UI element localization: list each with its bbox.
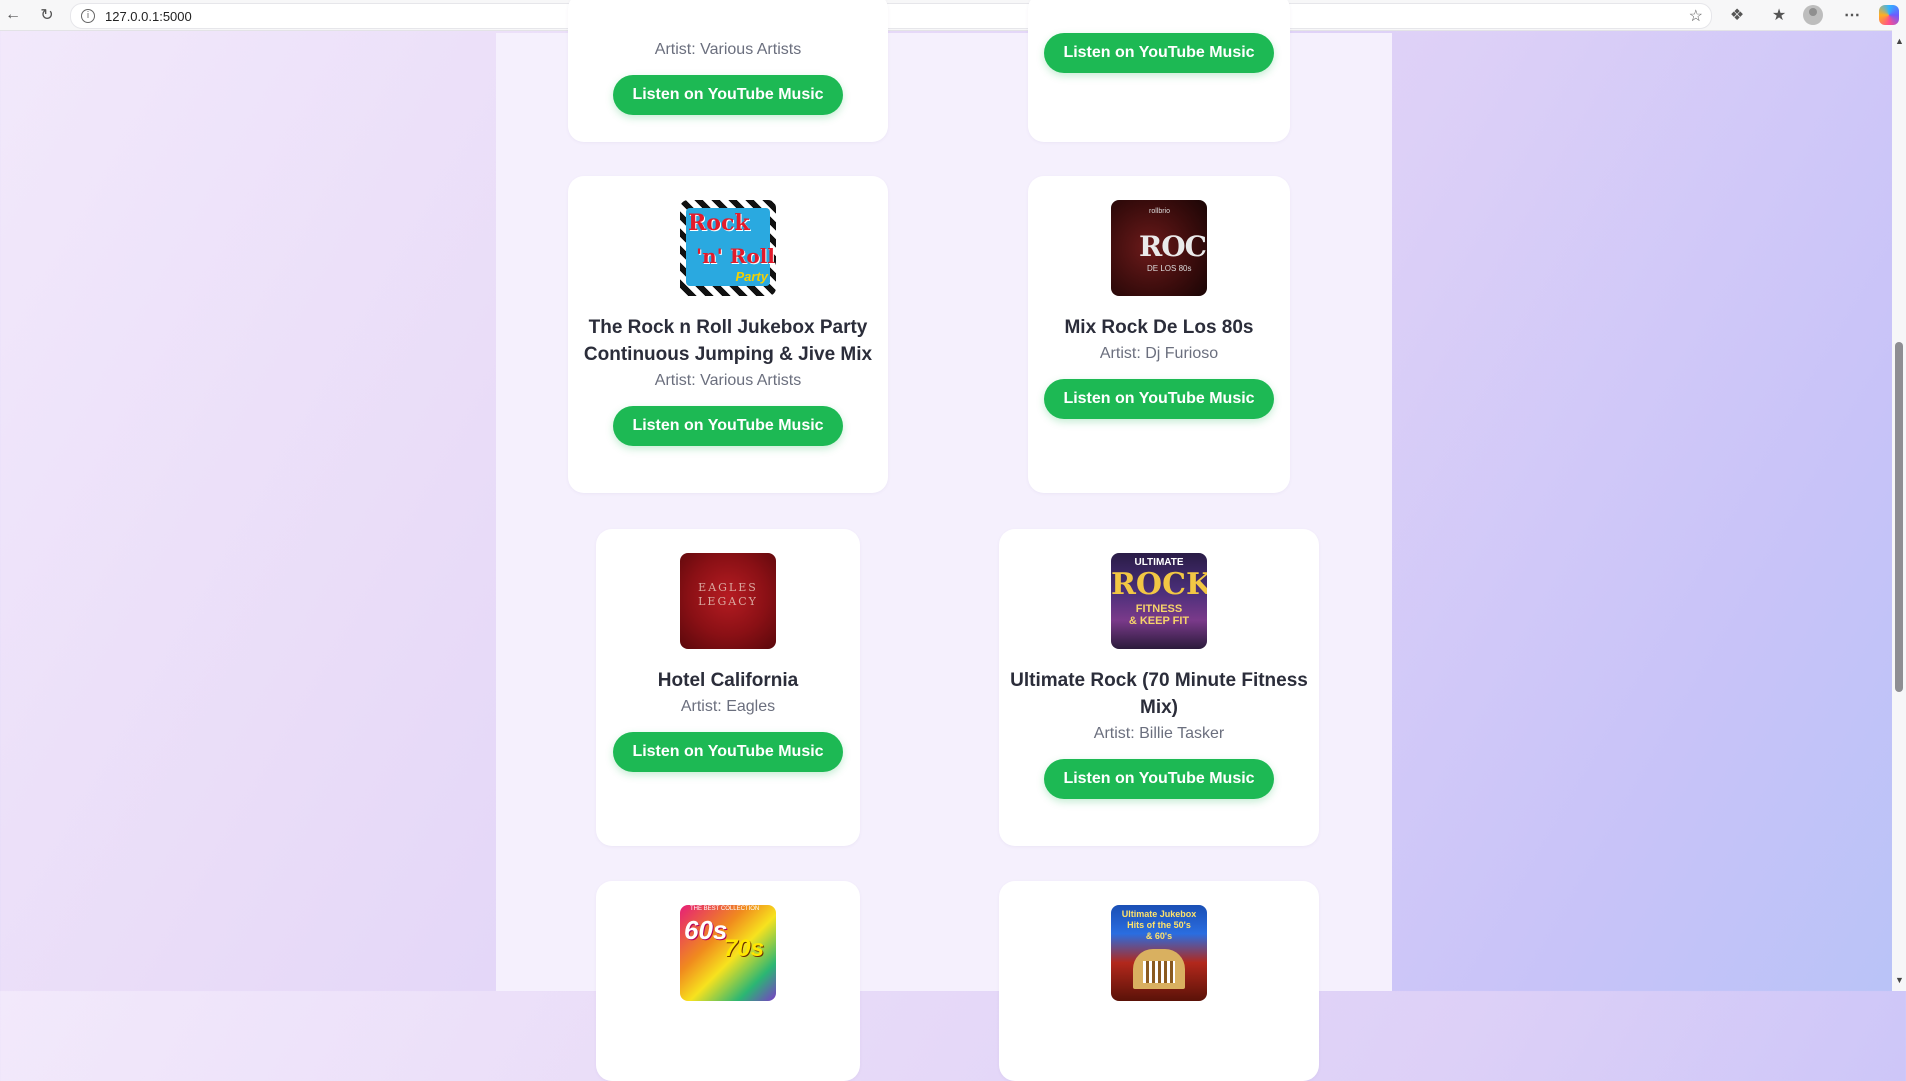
track-card: THE BEST COLLECTION 60s 70s <box>596 881 860 1081</box>
scroll-up-arrow-icon[interactable]: ▲ <box>1895 36 1904 46</box>
cover-text: ROCK <box>1111 567 1207 602</box>
track-title: Ultimate Rock (70 Minute Fitness Mix) <box>1010 670 1308 718</box>
favorite-star-icon[interactable]: ☆ <box>1689 6 1703 26</box>
eagles-legacy-cover: EAGLES LEGACY <box>680 553 776 649</box>
reload-icon[interactable]: ↻ <box>36 4 58 26</box>
track-title: The Rock n Roll Jukebox Party Continuous… <box>583 317 873 365</box>
listen-youtube-button[interactable]: Listen on YouTube Music <box>1044 33 1274 73</box>
url-text[interactable]: 127.0.0.1:5000 <box>105 9 192 24</box>
address-bar[interactable]: i 127.0.0.1:5000 ☆ <box>70 3 1712 29</box>
cover-text: DE LOS 80s <box>1147 264 1192 273</box>
favorites-icon[interactable]: ★ <box>1768 4 1790 26</box>
60s-70s-80s-cover: THE BEST COLLECTION 60s 70s <box>680 905 776 1001</box>
browser-toolbar: ← ↻ i 127.0.0.1:5000 ☆ ❖ ★ ⋯ <box>0 0 1906 31</box>
rock-n-roll-party-cover: Rock 'n' Roll Party <box>680 200 776 296</box>
track-card: Artist: Various Artists Listen on YouTub… <box>568 0 888 142</box>
cover-text: rollbrio <box>1149 208 1171 215</box>
cover-text: ROCK <box>1139 230 1207 263</box>
copilot-icon[interactable] <box>1879 5 1899 25</box>
track-artist: Artist: Dj Furioso <box>1099 345 1219 362</box>
ultimate-rock-fitness-cover: ULTIMATE ROCK FITNESS & KEEP FIT <box>1111 553 1207 649</box>
track-artist: Artist: Eagles <box>680 698 776 715</box>
cover-text: 'n' Roll <box>696 244 775 268</box>
track-artist: Artist: Billie Tasker <box>1093 725 1225 742</box>
cover-text: & 60's <box>1145 931 1173 941</box>
track-card: Rock 'n' Roll Party The Rock n Roll Juke… <box>568 176 888 493</box>
cover-text: FITNESS <box>1135 603 1183 615</box>
cover-text: LEGACY <box>698 595 758 608</box>
track-artist: Artist: Various Artists <box>654 372 802 389</box>
jukebox-cover: Ultimate Jukebox Hits of the 50's & 60's <box>1111 905 1207 1001</box>
cover-text: 70s <box>724 935 765 962</box>
extensions-icon[interactable]: ❖ <box>1726 4 1748 26</box>
cover-text: THE BEST COLLECTION <box>690 906 760 912</box>
jukebox-illustration <box>1133 949 1185 989</box>
listen-youtube-button[interactable]: Listen on YouTube Music <box>613 406 843 446</box>
scrollbar-thumb[interactable] <box>1895 342 1903 692</box>
track-card: ULTIMATE ROCK FITNESS & KEEP FIT Ultimat… <box>999 529 1319 846</box>
page-scrollbar[interactable]: ▲ ▼ <box>1892 30 1906 991</box>
listen-youtube-button[interactable]: Listen on YouTube Music <box>1044 379 1274 419</box>
results-container: Artist: Various Artists Listen on YouTub… <box>496 0 1392 1081</box>
cover-text: EAGLES <box>698 581 758 594</box>
cover-text: 60s <box>684 915 728 945</box>
more-menu-icon[interactable]: ⋯ <box>1841 4 1863 26</box>
mix-rock-80s-cover: rollbrio ROCK DE LOS 80s <box>1111 200 1207 296</box>
track-title: Hotel California <box>657 670 799 691</box>
track-artist: Artist: Various Artists <box>654 41 802 58</box>
listen-youtube-button[interactable]: Listen on YouTube Music <box>613 732 843 772</box>
scroll-down-arrow-icon[interactable]: ▼ <box>1895 975 1904 985</box>
track-card: rollbrio ROCK DE LOS 80s Mix Rock De Los… <box>1028 176 1290 493</box>
cover-text: Hits of the 50's <box>1127 920 1191 930</box>
cover-text: & KEEP FIT <box>1128 615 1190 627</box>
track-card: Ultimate Jukebox Hits of the 50's & 60's <box>999 881 1319 1081</box>
site-info-icon[interactable]: i <box>81 9 95 23</box>
track-title: Mix Rock De Los 80s <box>1064 317 1254 338</box>
listen-youtube-button[interactable]: Listen on YouTube Music <box>613 75 843 115</box>
cover-text: Ultimate Jukebox <box>1121 909 1197 919</box>
listen-youtube-button[interactable]: Listen on YouTube Music <box>1044 759 1274 799</box>
track-card: Listen on YouTube Music <box>1028 0 1290 142</box>
cover-text: Rock <box>688 210 750 236</box>
profile-avatar-icon[interactable] <box>1803 5 1823 25</box>
back-icon[interactable]: ← <box>2 4 24 26</box>
cover-text: Party <box>735 269 768 284</box>
track-card: EAGLES LEGACY Hotel California Artist: E… <box>596 529 860 846</box>
